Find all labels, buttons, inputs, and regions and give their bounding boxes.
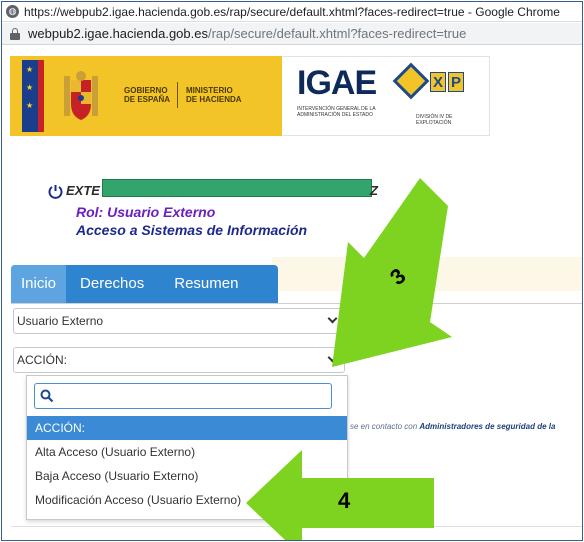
dexp-logo: X P DIVISIÓN IV DE EXPLOTACIÓN — [392, 62, 484, 132]
eu-star-icon: ★ — [26, 101, 34, 110]
coat-of-arms-icon — [64, 71, 98, 120]
user-role: Rol: Usuario Externo — [76, 204, 216, 220]
gov-text: GOBIERNO DE ESPAÑA — [124, 86, 171, 104]
url-text[interactable]: webpub2.igae.hacienda.gob.es/rap/secure/… — [28, 26, 466, 41]
tab-inicio[interactable]: Inicio — [11, 265, 67, 303]
igae-subtitle: INTERVENCIÓN GENERAL DE LA ADMINISTRACIÓ… — [297, 106, 376, 118]
user-type-select[interactable]: Usuario Externo — [13, 308, 345, 334]
tab-divider — [11, 303, 582, 304]
tab-resumen[interactable]: Resumen — [154, 265, 248, 303]
igae-logo: IGAE — [297, 64, 377, 102]
window-title: https://webpub2.igae.hacienda.gob.es/rap… — [24, 4, 560, 19]
browser-window: ◍ https://webpub2.igae.hacienda.gob.es/r… — [1, 1, 583, 541]
gov-separator — [177, 82, 178, 108]
url-host: webpub2.igae.hacienda.gob.es — [28, 26, 208, 41]
dexp-letter: P — [448, 72, 464, 92]
contact-text: se en contacto con Administradores de se… — [350, 422, 556, 431]
user-name: EXTE — [66, 183, 100, 198]
dexp-subtitle: DIVISIÓN IV DE EXPLOTACIÓN — [416, 114, 453, 126]
url-path: /rap/secure/default.xhtml?faces-redirect… — [207, 26, 467, 41]
access-title: Acceso a Sistemas de Información — [76, 222, 308, 238]
accion-value: ACCIÓN: — [17, 353, 68, 367]
ministry-text: MINISTERIO DE HACIENDA — [186, 86, 242, 104]
window-title-bar: ◍ https://webpub2.igae.hacienda.gob.es/r… — [2, 2, 582, 22]
lock-icon — [10, 27, 20, 40]
logout-icon[interactable] — [48, 184, 63, 199]
eu-star-icon: ★ — [26, 65, 34, 74]
dexp-letter: X — [430, 72, 446, 92]
globe-icon: ◍ — [6, 5, 19, 18]
search-icon — [40, 389, 54, 403]
diamond-icon — [392, 62, 430, 100]
option-accion[interactable]: ACCIÓN: — [27, 416, 347, 440]
annotation-number-4: 4 — [338, 488, 351, 513]
address-bar[interactable]: webpub2.igae.hacienda.gob.es/rap/secure/… — [2, 23, 582, 45]
accion-select[interactable]: ACCIÓN: — [13, 347, 345, 373]
tab-bar: Inicio Derechos Resumen — [11, 265, 278, 303]
spain-flag-stripe — [38, 60, 44, 132]
admin-link[interactable]: Administradores de seguridad de la — [419, 422, 555, 431]
dropdown-search[interactable] — [34, 383, 332, 409]
tab-derechos[interactable]: Derechos — [66, 265, 154, 303]
eu-star-icon: ★ — [26, 83, 34, 92]
user-type-value: Usuario Externo — [17, 314, 104, 328]
search-input[interactable] — [57, 387, 327, 405]
